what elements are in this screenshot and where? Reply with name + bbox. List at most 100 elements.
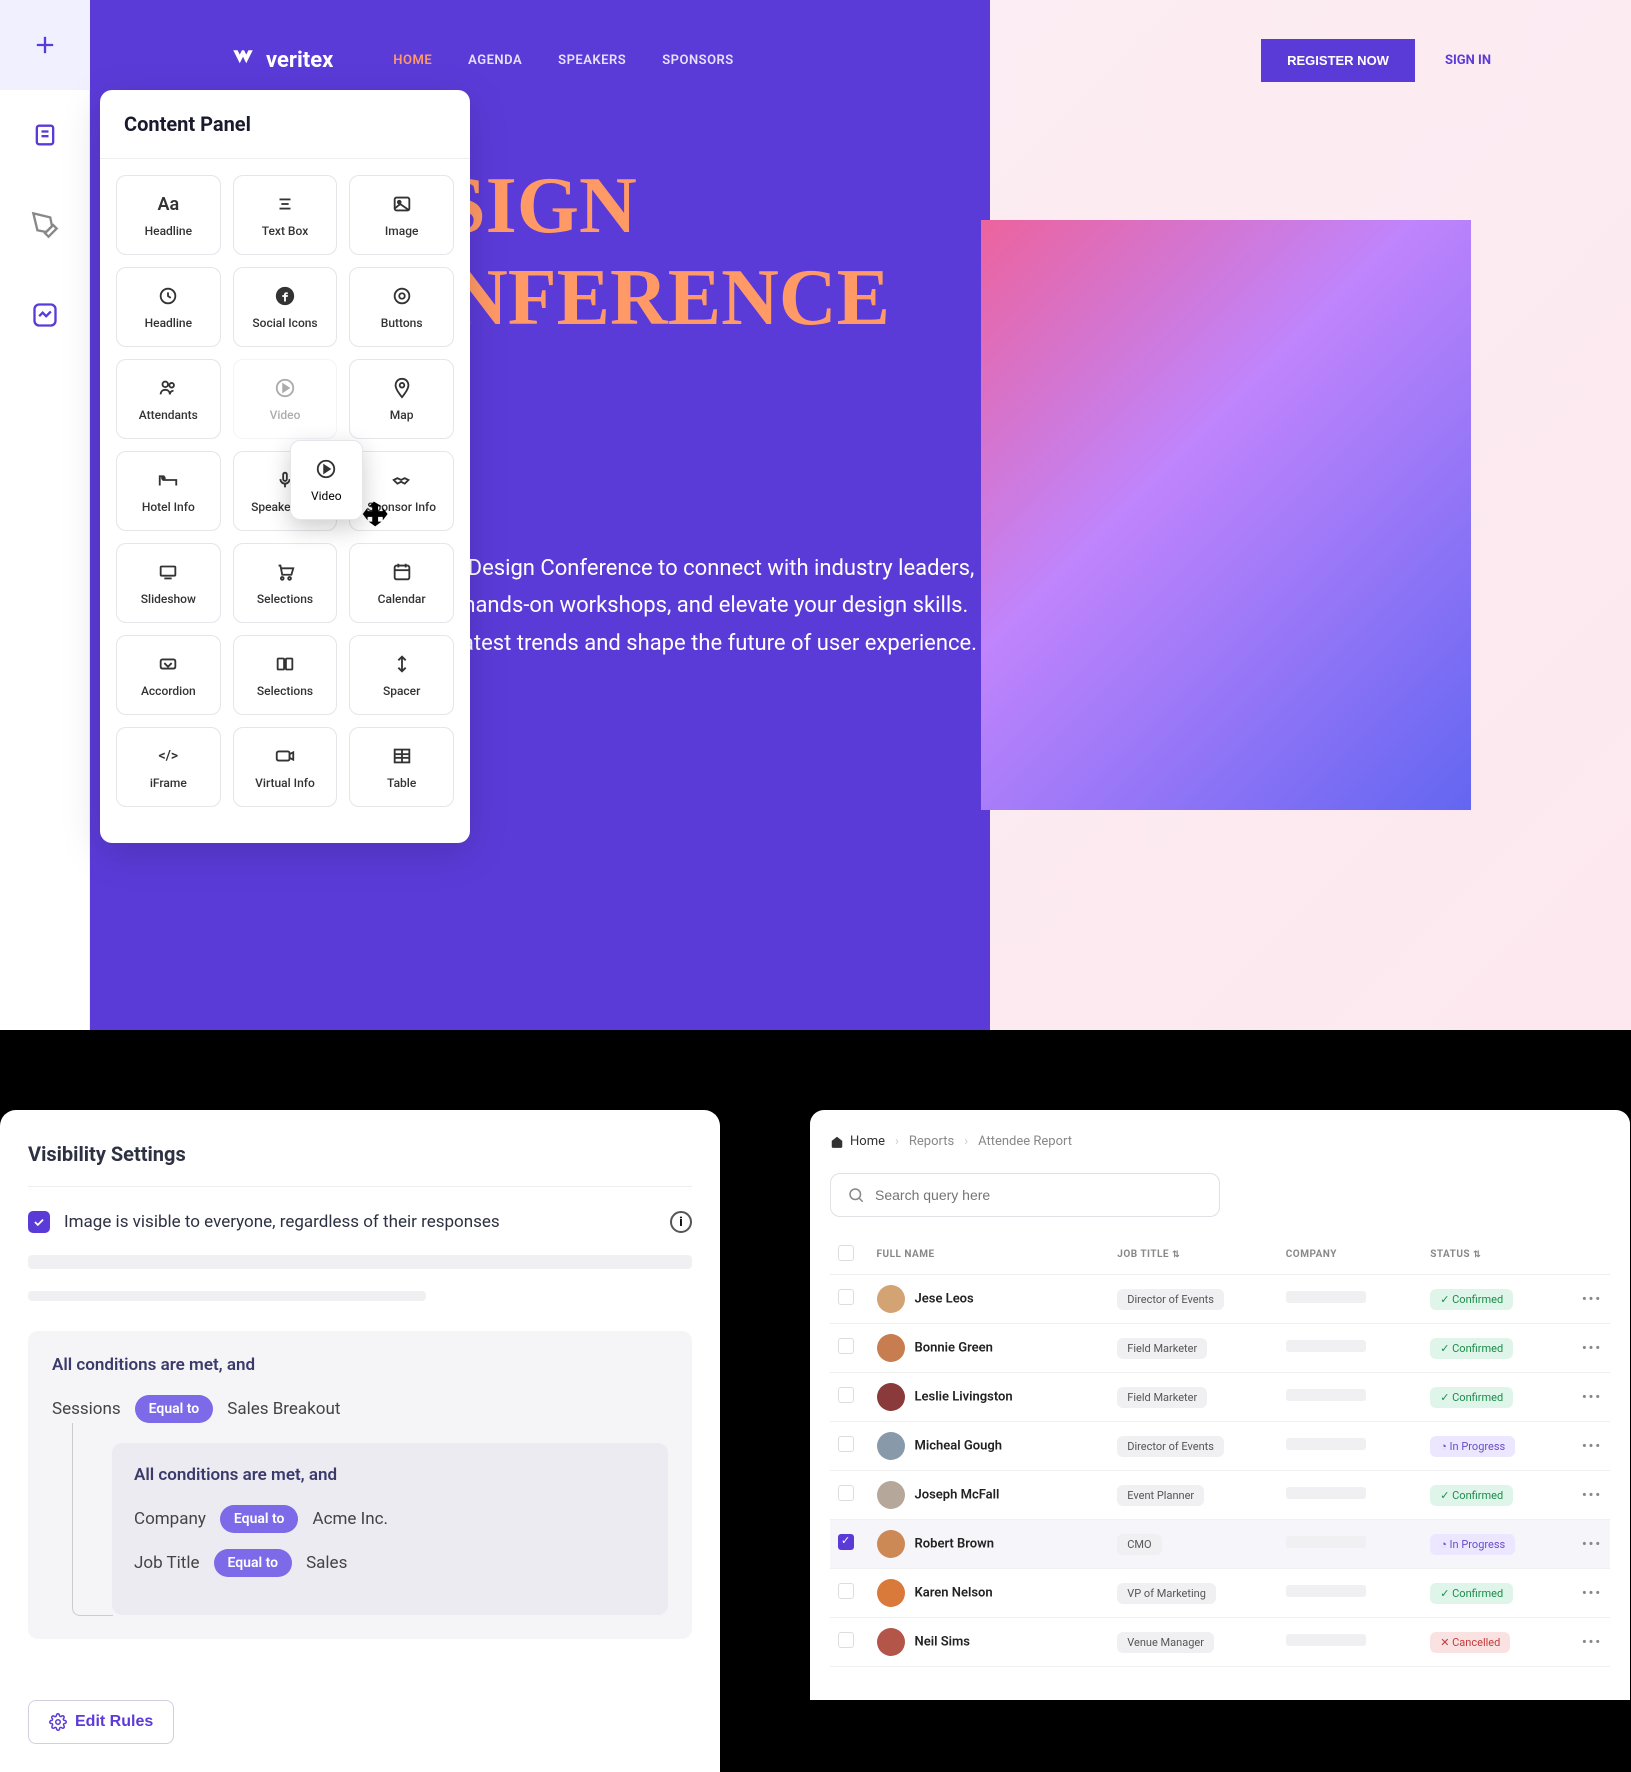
panel-item-table[interactable]: Table <box>349 727 454 807</box>
search-input[interactable] <box>875 1187 1203 1203</box>
avatar <box>877 1334 905 1362</box>
row-checkbox[interactable] <box>838 1338 854 1354</box>
row-checkbox[interactable] <box>838 1583 854 1599</box>
rule-company: Company Equal to Acme Inc. <box>134 1505 646 1533</box>
row-checkbox[interactable] <box>838 1534 854 1550</box>
info-icon[interactable]: i <box>670 1211 692 1233</box>
panel-item-map[interactable]: Map <box>349 359 454 439</box>
website-builder: veritex HOME AGENDA SPEAKERS SPONSORS RE… <box>0 0 1631 1030</box>
more-actions-icon[interactable]: ••• <box>1582 1439 1602 1454</box>
panel-item-label: Slideshow <box>141 592 196 606</box>
panel-item-label: Buttons <box>381 316 423 330</box>
avatar <box>877 1628 905 1656</box>
more-actions-icon[interactable]: ••• <box>1582 1341 1602 1356</box>
more-actions-icon[interactable]: ••• <box>1582 1488 1602 1503</box>
table-row[interactable]: Joseph McFallEvent Planner✓ Confirmed••• <box>830 1471 1610 1520</box>
panel-item-image[interactable]: Image <box>349 175 454 255</box>
tool-analytics[interactable] <box>0 270 90 360</box>
table-row[interactable]: Bonnie GreenField Marketer✓ Confirmed••• <box>830 1324 1610 1373</box>
attendee-name: Bonnie Green <box>915 1340 993 1355</box>
panel-item-virtual-info[interactable]: Virtual Info <box>233 727 338 807</box>
crumb-reports[interactable]: Reports <box>909 1134 954 1149</box>
divider <box>28 1186 692 1187</box>
panel-item-spacer[interactable]: Spacer <box>349 635 454 715</box>
table-row[interactable]: Jese LeosDirector of Events✓ Confirmed••… <box>830 1275 1610 1324</box>
panel-item-label: Calendar <box>378 592 426 606</box>
attendee-report-panel: Home › Reports › Attendee Report FULL NA… <box>810 1110 1630 1700</box>
brand-logo[interactable]: veritex <box>230 47 333 73</box>
rule-operator[interactable]: Equal to <box>214 1549 293 1577</box>
more-actions-icon[interactable]: ••• <box>1582 1537 1602 1552</box>
register-button[interactable]: REGISTER NOW <box>1261 39 1415 82</box>
avatar <box>877 1481 905 1509</box>
panel-item-label: Accordion <box>141 684 196 698</box>
panel-item-attendants[interactable]: Attendants <box>116 359 221 439</box>
panel-item-hotel-info[interactable]: Hotel Info <box>116 451 221 531</box>
rule-field: Job Title <box>134 1553 200 1573</box>
hero-image <box>981 220 1471 810</box>
panel-title: Content Panel <box>100 90 470 159</box>
row-checkbox[interactable] <box>838 1436 854 1452</box>
selections2-icon <box>274 652 296 676</box>
table-row[interactable]: Karen NelsonVP of Marketing✓ Confirmed••… <box>830 1569 1610 1618</box>
panel-item-buttons[interactable]: Buttons <box>349 267 454 347</box>
row-checkbox[interactable] <box>838 1632 854 1648</box>
nav-sponsors[interactable]: SPONSORS <box>662 53 734 68</box>
search-bar[interactable] <box>830 1173 1220 1217</box>
builder-toolbar <box>0 0 90 1030</box>
tool-add[interactable] <box>0 0 90 90</box>
more-actions-icon[interactable]: ••• <box>1582 1292 1602 1307</box>
chevron-right-icon: › <box>895 1134 899 1149</box>
table-row[interactable]: Micheal GoughDirector of Events◔ In Prog… <box>830 1422 1610 1471</box>
panel-item-headline[interactable]: AaHeadline <box>116 175 221 255</box>
col-company[interactable]: COMPANY <box>1278 1235 1422 1275</box>
visible-to-everyone-checkbox[interactable] <box>28 1211 50 1233</box>
nav-agenda[interactable]: AGENDA <box>468 53 522 68</box>
row-checkbox[interactable] <box>838 1387 854 1403</box>
col-full-name[interactable]: FULL NAME <box>869 1235 1110 1275</box>
home-icon <box>830 1135 844 1149</box>
panel-item-social-icons[interactable]: Social Icons <box>233 267 338 347</box>
signin-link[interactable]: SIGN IN <box>1445 53 1491 68</box>
panel-item-label: iFrame <box>150 776 187 790</box>
table-row[interactable]: Leslie LivingstonField Marketer✓ Confirm… <box>830 1373 1610 1422</box>
select-all-checkbox[interactable] <box>838 1245 854 1261</box>
panel-item-text-box[interactable]: Text Box <box>233 175 338 255</box>
nav-home[interactable]: HOME <box>393 53 432 68</box>
rule-operator[interactable]: Equal to <box>220 1505 299 1533</box>
panel-item-video[interactable]: Video <box>233 359 338 439</box>
nav-speakers[interactable]: SPEAKERS <box>558 53 626 68</box>
tool-design[interactable] <box>0 180 90 270</box>
panel-item-selections[interactable]: Selections <box>233 635 338 715</box>
panel-item-selections[interactable]: Selections <box>233 543 338 623</box>
video-icon <box>274 376 296 400</box>
panel-item-label: Social Icons <box>252 316 317 330</box>
avatar <box>877 1530 905 1558</box>
company-placeholder <box>1286 1438 1366 1450</box>
panel-item-slideshow[interactable]: Slideshow <box>116 543 221 623</box>
more-actions-icon[interactable]: ••• <box>1582 1586 1602 1601</box>
row-checkbox[interactable] <box>838 1289 854 1305</box>
panel-item-headline[interactable]: Headline <box>116 267 221 347</box>
dragging-video-item[interactable]: Video <box>290 440 363 520</box>
table-row[interactable]: Neil SimsVenue Manager✕ Cancelled••• <box>830 1618 1610 1667</box>
crumb-home[interactable]: Home <box>830 1134 885 1149</box>
table-row[interactable]: Robert BrownCMO◔ In Progress••• <box>830 1520 1610 1569</box>
more-actions-icon[interactable]: ••• <box>1582 1390 1602 1405</box>
job-title-pill: Director of Events <box>1117 1289 1224 1310</box>
crumb-attendee-report[interactable]: Attendee Report <box>978 1134 1072 1149</box>
rule-operator[interactable]: Equal to <box>135 1395 214 1423</box>
job-title-pill: VP of Marketing <box>1117 1583 1216 1604</box>
iframe-icon: </> <box>158 744 178 768</box>
job-title-pill: Director of Events <box>1117 1436 1224 1457</box>
panel-item-accordion[interactable]: Accordion <box>116 635 221 715</box>
panel-item-calendar[interactable]: Calendar <box>349 543 454 623</box>
more-actions-icon[interactable]: ••• <box>1582 1635 1602 1650</box>
col-status[interactable]: STATUS⇅ <box>1422 1235 1566 1275</box>
col-job-title[interactable]: JOB TITLE⇅ <box>1109 1235 1278 1275</box>
tool-pages[interactable] <box>0 90 90 180</box>
edit-rules-button[interactable]: Edit Rules <box>28 1700 174 1744</box>
panel-item-iframe[interactable]: </> iFrame <box>116 727 221 807</box>
avatar <box>877 1579 905 1607</box>
row-checkbox[interactable] <box>838 1485 854 1501</box>
